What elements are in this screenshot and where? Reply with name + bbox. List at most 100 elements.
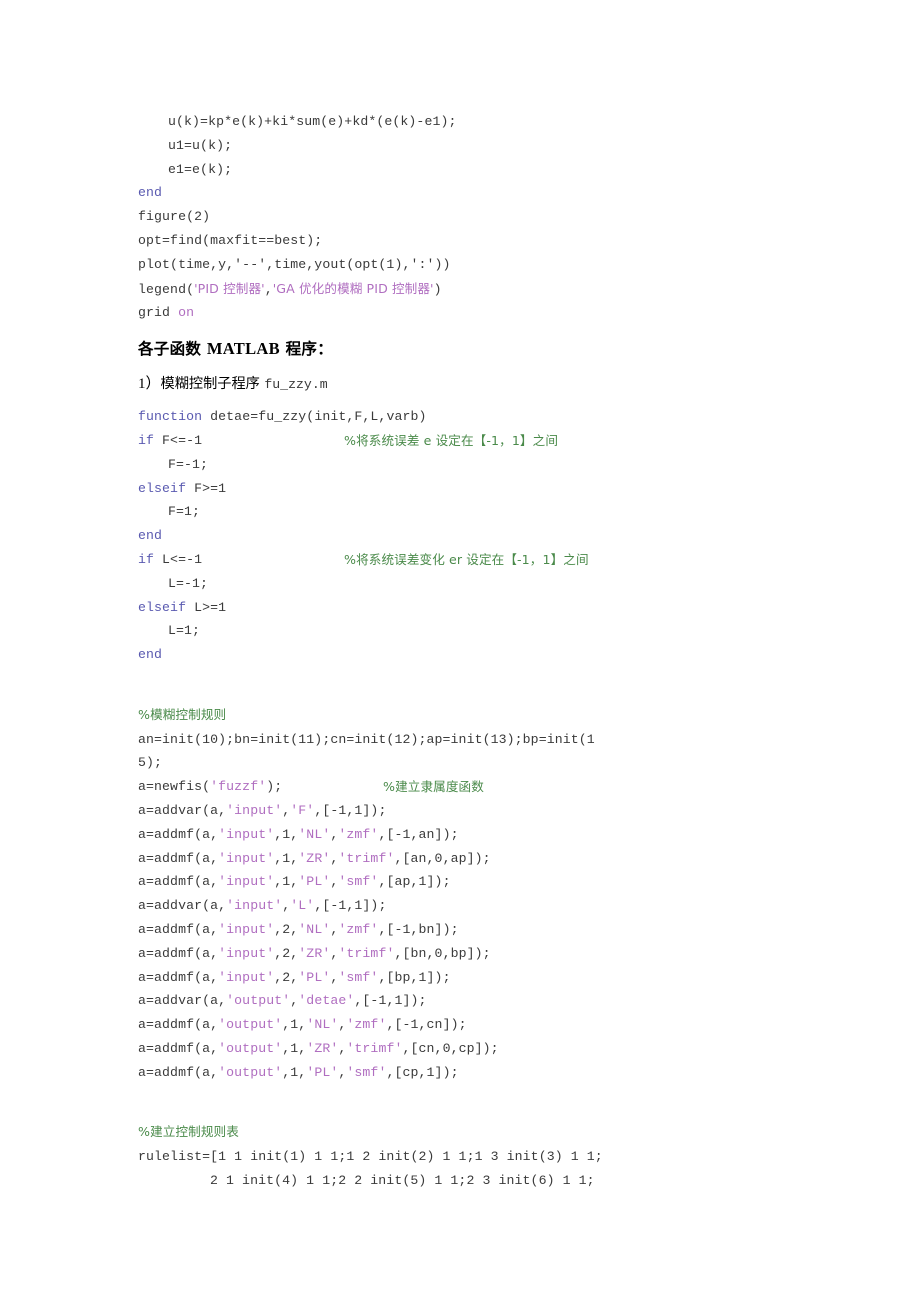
string-literal: 'smf' [338, 874, 379, 890]
code-line: a=addmf(a,'output',1,'ZR','trimf',[cn,0,… [138, 1037, 868, 1061]
code-fragment: ,[-1,1]); [314, 898, 387, 914]
keyword-on: on [178, 305, 195, 321]
string-literal: 'NL' [306, 1017, 339, 1033]
string-literal: 'ZR' [298, 850, 331, 866]
code-line: a=addmf(a,'input',2,'ZR','trimf',[bn,0,b… [138, 942, 868, 966]
string-literal: 'F' [290, 802, 315, 818]
code-line: function detae=fu_zzy(init,F,L,varb) [138, 405, 868, 429]
code-line: plot(time,y,'--',time,yout(opt(1),':')) [138, 256, 451, 272]
string-literal: 'PID 控制器' [194, 280, 265, 296]
string-literal: 'output' [218, 1040, 283, 1056]
code-block-main-tail: u(k)=kp*e(k)+ki*sum(e)+kd*(e(k)-e1); u1=… [138, 110, 868, 325]
code-line: L=1; [168, 623, 201, 639]
code-fragment: a=addvar(a, [138, 802, 227, 818]
code-fragment: L<=-1 [154, 551, 203, 567]
keyword-function: function [138, 409, 203, 425]
code-line: a=addmf(a,'input',2,'NL','zmf',[-1,bn]); [138, 918, 868, 942]
code-fragment: F<=-1 [154, 432, 203, 448]
document-page: u(k)=kp*e(k)+ki*sum(e)+kd*(e(k)-e1); u1=… [0, 0, 920, 1302]
string-literal: 'zmf' [346, 1017, 387, 1033]
string-literal: 'smf' [338, 969, 379, 985]
membership-function-lines: a=addvar(a,'input','F',[-1,1]); a=addmf(a… [138, 799, 868, 1085]
code-fragment: ,1, [274, 850, 299, 866]
keyword-end: end [138, 185, 163, 201]
code-fragment: F>=1 [186, 480, 227, 496]
code-fragment: ,[ap,1]); [378, 874, 451, 890]
code-line: %建立控制规则表 [138, 1120, 868, 1145]
code-line: 2 1 init(4) 1 1;2 2 init(5) 1 1;2 3 init… [210, 1172, 595, 1188]
code-fragment: a=addmf(a, [138, 1017, 219, 1033]
inline-comment: %将系统误差变化 er 设定在【-1，1】之间 [344, 551, 589, 567]
code-line: F=-1; [168, 456, 209, 472]
code-fragment: a=addmf(a, [138, 969, 219, 985]
string-literal: 'input' [218, 969, 275, 985]
code-fragment: grid [138, 305, 179, 321]
code-fragment: ); [266, 779, 283, 795]
code-line: a=addmf(a,'input',1,'PL','smf',[ap,1]); [138, 870, 868, 894]
code-line: %模糊控制规则 [138, 703, 868, 728]
code-fragment: ,[an,0,ap]); [394, 850, 491, 866]
string-literal: 'zmf' [338, 921, 379, 937]
code-block-fu-zzy: function detae=fu_zzy(init,F,L,varb) if … [138, 405, 868, 667]
string-literal: 'output' [218, 1017, 283, 1033]
code-block-rulelist: %建立控制规则表 rulelist=[1 1 init(1) 1 1;1 2 i… [138, 1120, 868, 1192]
code-fragment: ,[bp,1]); [378, 969, 451, 985]
page-content: u(k)=kp*e(k)+ki*sum(e)+kd*(e(k)-e1); u1=… [138, 110, 868, 1193]
inline-comment: %将系统误差 e 设定在【-1，1】之间 [344, 432, 559, 448]
string-literal: 'NL' [298, 826, 331, 842]
string-literal: 'input' [218, 874, 275, 890]
code-line: end [138, 524, 868, 548]
list-item-subprogram-1: 1）模糊控制子程序 fu_zzy.m [138, 370, 868, 399]
string-literal: 'output' [218, 1064, 283, 1080]
code-fragment: ,1, [274, 826, 299, 842]
string-literal: 'input' [226, 898, 283, 914]
list-number: 1） [138, 376, 161, 393]
code-fragment: ,2, [274, 921, 299, 937]
string-literal: 'input' [226, 802, 283, 818]
string-literal: 'L' [290, 898, 315, 914]
code-line: a=addvar(a,'output','detae',[-1,1]); [138, 989, 868, 1013]
code-fragment: a=addmf(a, [138, 1040, 219, 1056]
code-line: end [138, 643, 868, 667]
keyword-end: end [138, 647, 163, 663]
string-literal: 'ZR' [306, 1040, 339, 1056]
code-fragment: ,1, [282, 1064, 307, 1080]
string-literal: 'NL' [298, 921, 331, 937]
section-heading: 各子函数 MATLAB 程序： [138, 334, 868, 364]
string-literal: 'trimf' [338, 850, 395, 866]
string-literal: 'input' [218, 945, 275, 961]
code-line: a=addmf(a,'input',1,'NL','zmf',[-1,an]); [138, 823, 868, 847]
code-line: a=addmf(a,'output',1,'NL','zmf',[-1,cn])… [138, 1013, 868, 1037]
heading-cn-before: 各子函数 [138, 340, 207, 359]
string-literal: 'detae' [298, 993, 355, 1009]
code-fragment: ,[-1,cn]); [386, 1017, 467, 1033]
string-literal: 'input' [218, 850, 275, 866]
heading-cn-after: 程序： [279, 340, 334, 359]
string-literal: 'input' [218, 921, 275, 937]
code-fragment: L>=1 [186, 599, 227, 615]
code-fragment: a=addmf(a, [138, 850, 219, 866]
code-fragment: ,2, [274, 945, 299, 961]
string-literal: 'fuzzf' [210, 779, 267, 795]
code-line: an=init(10);bn=init(11);cn=init(12);ap=i… [138, 731, 595, 747]
code-line: L=-1; [168, 575, 209, 591]
code-line: a=addvar(a,'input','L',[-1,1]); [138, 894, 868, 918]
string-literal: 'trimf' [338, 945, 395, 961]
string-literal: 'smf' [346, 1064, 387, 1080]
code-fragment: a=addvar(a, [138, 993, 227, 1009]
string-literal: 'ZR' [298, 945, 331, 961]
code-fragment: ,[-1,an]); [378, 826, 459, 842]
code-line: opt=find(maxfit==best); [138, 232, 323, 248]
string-literal: 'PL' [298, 874, 331, 890]
code-fragment: a=addmf(a, [138, 1064, 219, 1080]
keyword-elseif: elseif [138, 599, 187, 615]
string-literal: 'input' [218, 826, 275, 842]
code-fragment: a=addvar(a, [138, 898, 227, 914]
code-line: elseif F>=1 [138, 477, 868, 501]
string-literal: 'GA 优化的模糊 PID 控制器' [272, 280, 434, 296]
code-line: e1=e(k); [168, 161, 233, 177]
